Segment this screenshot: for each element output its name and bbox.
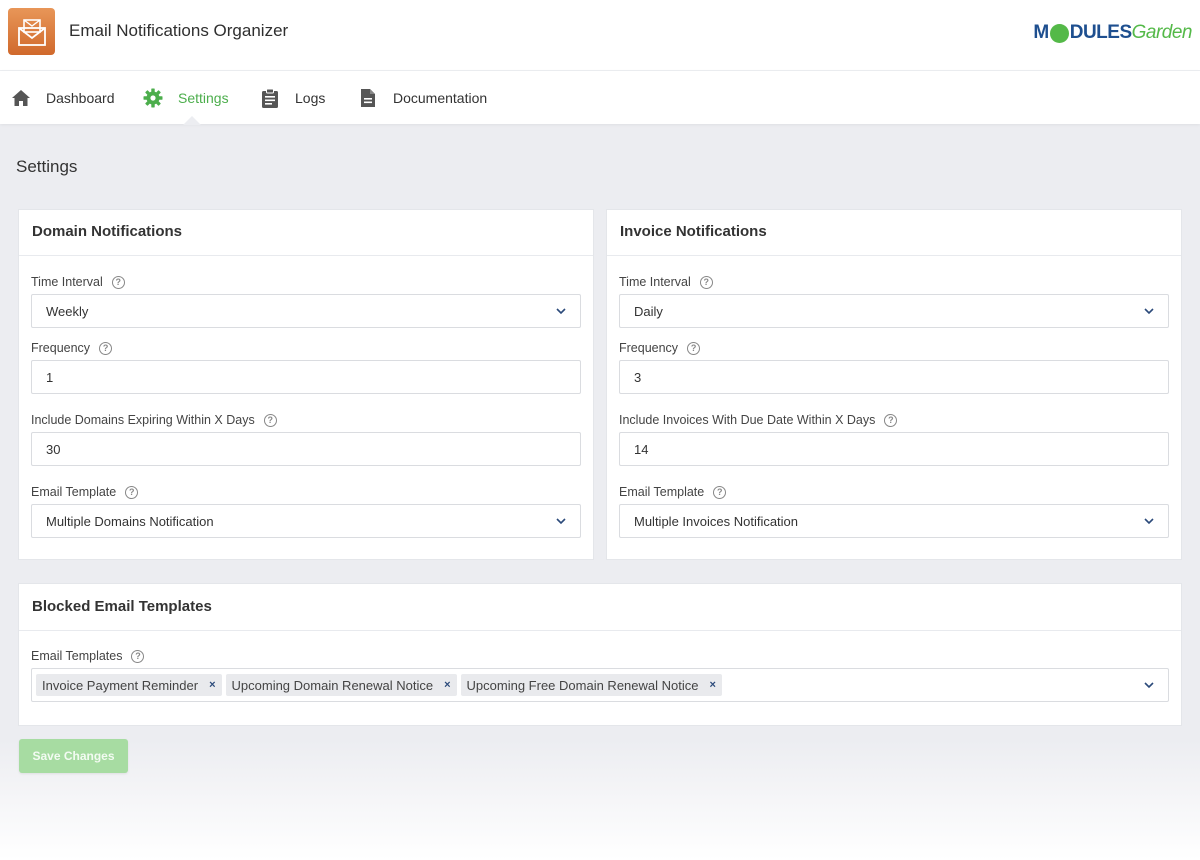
domain-time-interval-label: Time Interval ? [31, 274, 581, 290]
invoice-due-label: Include Invoices With Due Date Within X … [619, 412, 1169, 428]
domain-frequency-value: 1 [46, 369, 54, 385]
invoice-time-interval-label-text: Time Interval [619, 275, 691, 289]
chevron-down-icon [556, 518, 566, 525]
nav-label-logs: Logs [295, 89, 326, 106]
template-tag: Invoice Payment Reminder × [36, 674, 222, 696]
brand-text-m: M [1033, 22, 1049, 43]
template-tag-label: Upcoming Domain Renewal Notice [231, 677, 434, 693]
domain-template-value: Multiple Domains Notification [46, 513, 214, 529]
gear-icon [142, 87, 164, 109]
help-icon[interactable]: ? [99, 341, 113, 355]
globe-icon [1049, 23, 1069, 43]
domain-expiring-label: Include Domains Expiring Within X Days ? [31, 412, 581, 428]
domain-notifications-card: Domain Notifications Time Interval ? Wee… [18, 209, 594, 560]
invoice-time-interval-select[interactable]: Daily [619, 294, 1169, 328]
brand-text-dules: DULES [1069, 22, 1132, 43]
app-title: Email Notifications Organizer [69, 21, 289, 40]
chevron-down-icon [556, 308, 566, 315]
help-icon[interactable]: ? [687, 341, 701, 355]
domain-time-interval-select[interactable]: Weekly [31, 294, 581, 328]
blocked-templates-label-text: Email Templates [31, 649, 123, 663]
template-tag-label: Invoice Payment Reminder [42, 677, 199, 693]
invoice-card-heading: Invoice Notifications [607, 210, 1181, 256]
remove-tag-icon[interactable]: × [709, 679, 715, 691]
invoice-due-value: 14 [634, 441, 649, 457]
domain-template-label: Email Template ? [31, 484, 581, 500]
invoice-frequency-label-text: Frequency [619, 341, 679, 355]
domain-frequency-label: Frequency ? [31, 340, 581, 356]
home-icon [10, 87, 32, 109]
remove-tag-icon[interactable]: × [209, 679, 215, 691]
nav-item-documentation[interactable]: Documentation [357, 71, 487, 124]
active-tab-indicator [183, 116, 201, 125]
invoice-due-days-input[interactable]: 14 [619, 432, 1169, 466]
domain-expiring-value: 30 [46, 441, 61, 457]
domain-frequency-label-text: Frequency [31, 341, 91, 355]
envelope-icon [17, 18, 46, 46]
domain-time-interval-value: Weekly [46, 303, 89, 319]
page-title: Settings [16, 157, 78, 176]
brand-text-garden: Garden [1131, 22, 1193, 43]
chevron-down-icon [1144, 308, 1154, 315]
nav-item-dashboard[interactable]: Dashboard [10, 71, 115, 124]
help-icon[interactable]: ? [111, 275, 125, 289]
blocked-templates-card: Blocked Email Templates Email Templates … [18, 583, 1182, 726]
invoice-due-label-text: Include Invoices With Due Date Within X … [619, 413, 876, 427]
invoice-time-interval-label: Time Interval ? [619, 274, 1169, 290]
invoice-template-label-text: Email Template [619, 485, 705, 499]
modulesgarden-logo: M DULES Garden [1033, 20, 1192, 46]
nav-label-settings: Settings [178, 89, 229, 106]
main-nav: Dashboard Settings Logs Documentation [0, 71, 1200, 124]
template-tag: Upcoming Free Domain Renewal Notice × [460, 674, 722, 696]
template-tag: Upcoming Domain Renewal Notice × [225, 674, 457, 696]
nav-label-documentation: Documentation [393, 89, 488, 106]
help-icon[interactable]: ? [263, 413, 277, 427]
nav-item-logs[interactable]: Logs [259, 71, 325, 124]
invoice-time-interval-value: Daily [634, 303, 663, 319]
domain-template-label-text: Email Template [31, 485, 117, 499]
clipboard-icon [259, 87, 281, 109]
nav-label-dashboard: Dashboard [46, 89, 115, 106]
template-tag-label: Upcoming Free Domain Renewal Notice [466, 677, 699, 693]
invoice-frequency-input[interactable]: 3 [619, 360, 1169, 394]
blocked-templates-multiselect[interactable]: Invoice Payment Reminder × Upcoming Doma… [31, 668, 1169, 702]
domain-email-template-select[interactable]: Multiple Domains Notification [31, 504, 581, 538]
chevron-down-icon [1144, 682, 1154, 689]
domain-frequency-input[interactable]: 1 [31, 360, 581, 394]
app-header: Email Notifications Organizer M DULES Ga… [0, 0, 1200, 71]
invoice-frequency-label: Frequency ? [619, 340, 1169, 356]
save-changes-button[interactable]: Save Changes [19, 739, 128, 773]
invoice-email-template-select[interactable]: Multiple Invoices Notification [619, 504, 1169, 538]
help-icon[interactable]: ? [125, 485, 139, 499]
domain-time-interval-label-text: Time Interval [31, 275, 103, 289]
document-icon [357, 87, 379, 109]
remove-tag-icon[interactable]: × [444, 679, 450, 691]
invoice-frequency-value: 3 [634, 369, 642, 385]
invoice-template-label: Email Template ? [619, 484, 1169, 500]
help-icon[interactable]: ? [713, 485, 727, 499]
domain-expiring-days-input[interactable]: 30 [31, 432, 581, 466]
page-background-fade [0, 740, 1200, 860]
blocked-card-heading: Blocked Email Templates [19, 584, 1181, 631]
help-icon[interactable]: ? [131, 649, 145, 663]
blocked-templates-label: Email Templates ? [31, 648, 1169, 664]
app-logo [8, 8, 55, 55]
invoice-template-value: Multiple Invoices Notification [634, 513, 799, 529]
help-icon[interactable]: ? [884, 413, 898, 427]
invoice-notifications-card: Invoice Notifications Time Interval ? Da… [606, 209, 1182, 560]
domain-expiring-label-text: Include Domains Expiring Within X Days [31, 413, 255, 427]
help-icon[interactable]: ? [699, 275, 713, 289]
chevron-down-icon [1144, 518, 1154, 525]
domain-card-heading: Domain Notifications [19, 210, 593, 256]
